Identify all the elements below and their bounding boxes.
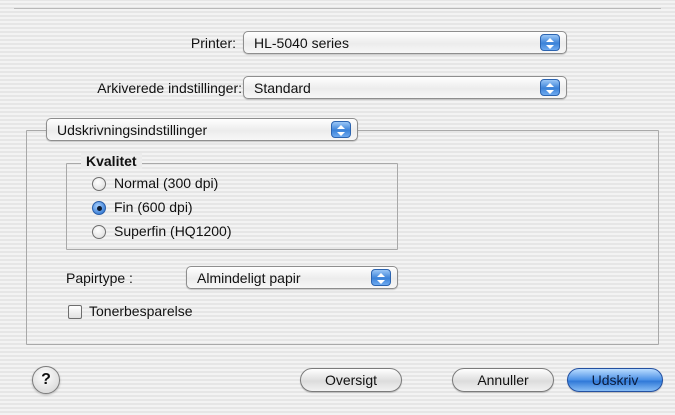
radio-normal-button[interactable] bbox=[92, 177, 106, 191]
paper-value: Almindeligt papir bbox=[197, 270, 301, 286]
toner-checkbox[interactable] bbox=[68, 305, 82, 319]
print-button[interactable]: Udskriv bbox=[567, 368, 663, 392]
presets-label-text: Arkiverede indstillinger: bbox=[97, 80, 242, 96]
radio-fine-button[interactable] bbox=[92, 201, 106, 215]
panel-value: Udskrivningsindstillinger bbox=[57, 122, 208, 138]
top-divider bbox=[14, 8, 661, 9]
printer-popup[interactable]: HL-5040 series bbox=[243, 31, 567, 54]
printer-label: Printer: bbox=[190, 35, 236, 51]
popup-arrows-icon bbox=[331, 121, 351, 138]
panel-popup[interactable]: Udskrivningsindstillinger bbox=[46, 118, 358, 141]
popup-arrows-icon bbox=[371, 269, 391, 286]
presets-value: Standard bbox=[254, 80, 311, 96]
popup-arrows-icon bbox=[540, 34, 560, 51]
popup-arrows-icon bbox=[540, 79, 560, 96]
printer-value: HL-5040 series bbox=[254, 35, 349, 51]
preview-button[interactable]: Oversigt bbox=[300, 368, 402, 392]
quality-legend: Kvalitet bbox=[81, 153, 142, 169]
paper-label: Papirtype : bbox=[66, 270, 133, 286]
radio-superfine-label: Superfin (HQ1200) bbox=[114, 223, 232, 239]
help-button[interactable]: ? bbox=[32, 366, 60, 394]
radio-fine-label: Fin (600 dpi) bbox=[114, 199, 193, 215]
toner-label: Tonerbesparelse bbox=[89, 303, 193, 319]
paper-popup[interactable]: Almindeligt papir bbox=[186, 266, 398, 289]
radio-normal-label: Normal (300 dpi) bbox=[114, 175, 219, 191]
radio-superfine-button[interactable] bbox=[92, 225, 106, 239]
presets-popup[interactable]: Standard bbox=[243, 76, 567, 99]
cancel-button[interactable]: Annuller bbox=[452, 368, 554, 392]
